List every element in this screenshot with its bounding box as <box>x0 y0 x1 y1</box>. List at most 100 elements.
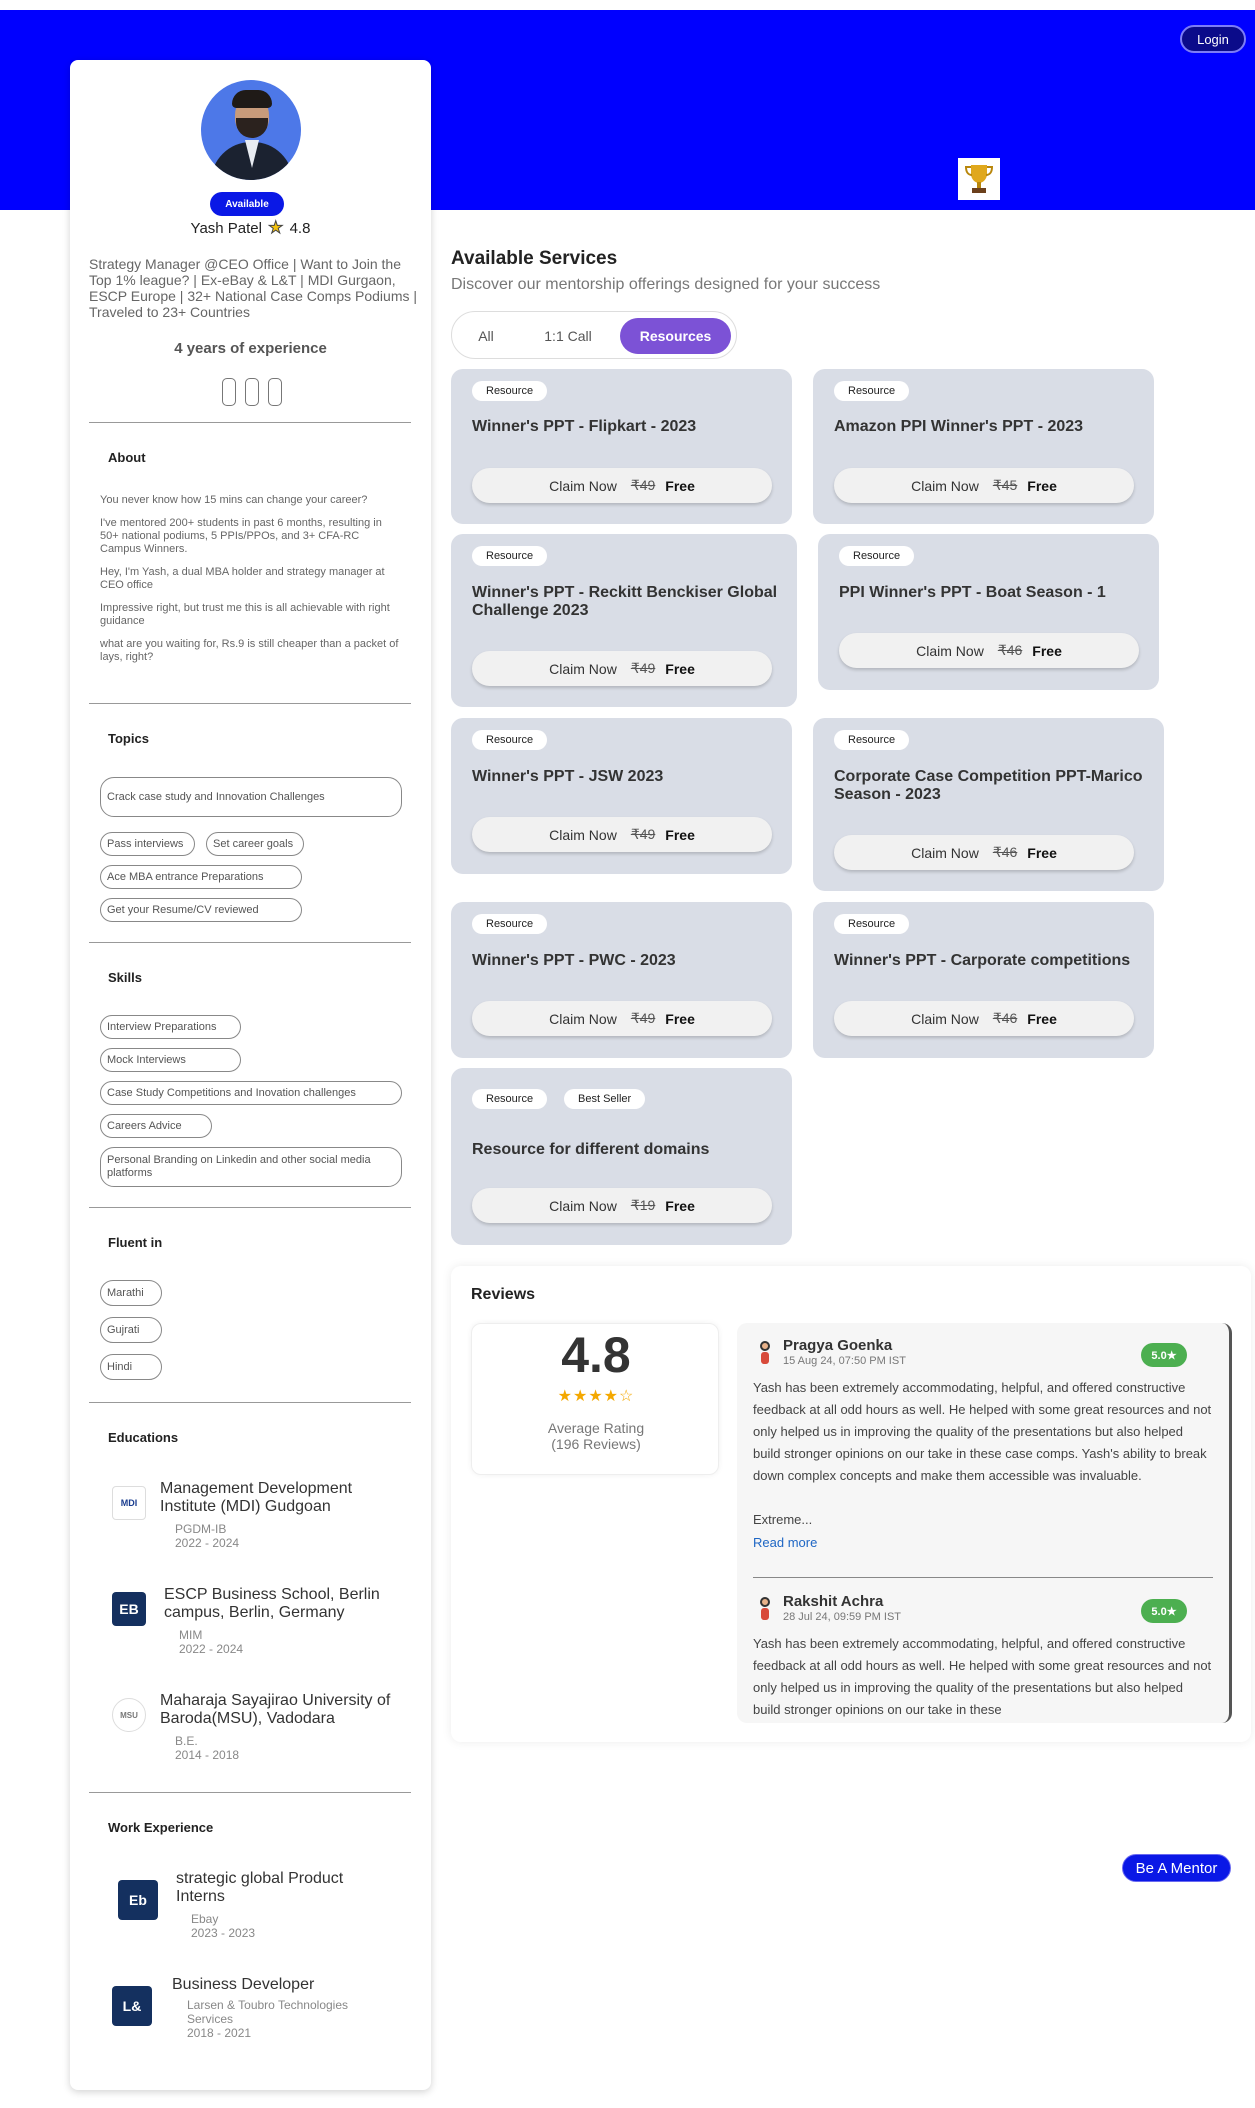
skill-pill[interactable]: Careers Advice <box>100 1114 212 1138</box>
resource-badge: Resource <box>839 546 915 566</box>
skill-pill[interactable]: Mock Interviews <box>100 1048 241 1072</box>
language-pill: Marathi <box>100 1280 162 1306</box>
topic-pill[interactable]: Crack case study and Innovation Challeng… <box>100 777 402 817</box>
claim-label: Claim Now <box>911 844 979 861</box>
read-more-link[interactable]: Read more <box>753 1535 817 1550</box>
about-paragraph: You never know how 15 mins can change yo… <box>100 494 368 506</box>
claim-button[interactable]: Claim Now ₹46 Free <box>834 1001 1134 1036</box>
claim-label: Claim Now <box>911 477 979 494</box>
claim-label: Claim Now <box>549 1197 617 1214</box>
resource-badge: Resource <box>834 730 910 750</box>
social-link-icon[interactable] <box>268 378 282 406</box>
claim-label: Claim Now <box>549 826 617 843</box>
topic-pill[interactable]: Pass interviews <box>100 832 195 856</box>
service-title: Winner's PPT - Reckitt Benckiser Global … <box>472 584 778 619</box>
resource-badge: Resource <box>472 914 548 934</box>
years: 2022 - 2024 <box>175 1536 240 1550</box>
services-tabs: All 1:1 Call Resources <box>451 311 737 359</box>
review-score-badge: 5.0★ <box>1141 1599 1187 1623</box>
resource-badge: Resource <box>834 914 910 934</box>
rating-stars-icon: ★★★★☆ <box>557 1388 635 1405</box>
service-title: Winner's PPT - JSW 2023 <box>472 768 664 785</box>
review-text-ellipsis: Extreme... <box>753 1512 813 1527</box>
topics-title: Topics <box>108 731 149 746</box>
review-count: (196 Reviews) <box>551 1436 641 1452</box>
claim-button[interactable]: Claim Now ₹19 Free <box>472 1188 772 1223</box>
institution-name: Maharaja Sayajirao University of Baroda(… <box>160 1692 391 1727</box>
free-label: Free <box>665 1197 695 1214</box>
topic-pill[interactable]: Ace MBA entrance Preparations <box>100 865 302 889</box>
skill-pill[interactable]: Personal Branding on Linkedin and other … <box>100 1147 402 1187</box>
claim-button[interactable]: Claim Now ₹46 Free <box>839 633 1139 668</box>
service-title: PPI Winner's PPT - Boat Season - 1 <box>839 584 1106 601</box>
reviewer-avatar-icon <box>758 1341 772 1365</box>
claim-button[interactable]: Claim Now ₹45 Free <box>834 468 1134 503</box>
social-link-icon[interactable] <box>245 378 259 406</box>
institution-name: Management Development Institute (MDI) G… <box>160 1480 353 1515</box>
claim-button[interactable]: Claim Now ₹49 Free <box>472 1001 772 1036</box>
claim-label: Claim Now <box>916 642 984 659</box>
tab-all[interactable]: All <box>460 318 512 354</box>
profile-rating: 4.8 <box>289 220 311 237</box>
education-item: MDI Management Development Institute (MD… <box>100 1480 410 1560</box>
average-rating-label: Average Rating <box>547 1420 645 1436</box>
service-title: Resource for different domains <box>472 1141 710 1158</box>
average-rating: 4.8 <box>561 1327 631 1383</box>
review-list[interactable]: Pragya Goenka 15 Aug 24, 07:50 PM IST 5.… <box>737 1323 1232 1723</box>
resource-badge: Resource <box>472 546 548 566</box>
service-card[interactable]: Resource Corporate Case Competition PPT-… <box>813 718 1164 891</box>
service-title: Amazon PPI Winner's PPT - 2023 <box>834 418 1084 435</box>
social-link-icon[interactable] <box>222 378 236 406</box>
divider <box>89 1402 411 1403</box>
claim-button[interactable]: Claim Now ₹49 Free <box>472 651 772 686</box>
claim-button[interactable]: Claim Now ₹46 Free <box>834 835 1134 870</box>
tab-1-1-call[interactable]: 1:1 Call <box>518 318 618 354</box>
review-score-badge: 5.0★ <box>1141 1343 1187 1367</box>
service-card[interactable]: Resource Winner's PPT - Carporate compet… <box>813 902 1154 1058</box>
claim-button[interactable]: Claim Now ₹49 Free <box>472 468 772 503</box>
years: 2018 - 2021 <box>187 2026 252 2040</box>
institution-logo: MDI <box>112 1486 146 1520</box>
skills-title: Skills <box>108 970 142 985</box>
best-seller-badge: Best Seller <box>564 1089 646 1109</box>
login-button[interactable]: Login <box>1180 25 1246 53</box>
claim-button[interactable]: Claim Now ₹49 Free <box>472 817 772 852</box>
topic-pill[interactable]: Get your Resume/CV reviewed <box>100 898 302 922</box>
claim-label: Claim Now <box>549 477 617 494</box>
service-card[interactable]: Resource Best Seller Resource for differ… <box>451 1068 792 1245</box>
profile-name: Yash Patel <box>190 220 262 237</box>
original-price: ₹49 <box>630 477 656 493</box>
original-price: ₹49 <box>630 826 656 842</box>
service-card[interactable]: Resource Winner's PPT - Reckitt Benckise… <box>451 534 797 707</box>
service-card[interactable]: Resource Winner's PPT - PWC - 2023 Claim… <box>451 902 792 1058</box>
tab-resources[interactable]: Resources <box>620 318 731 354</box>
education-item: MSU Maharaja Sayajirao University of Bar… <box>100 1692 410 1772</box>
degree: PGDM-IB <box>175 1522 227 1536</box>
languages-title: Fluent in <box>108 1235 163 1250</box>
company-name: Larsen & Toubro Technologies Services <box>187 1998 349 2026</box>
service-card[interactable]: Resource Winner's PPT - Flipkart - 2023 … <box>451 369 792 524</box>
institution-logo: EB <box>112 1592 146 1626</box>
reviews-title: Reviews <box>471 1286 536 1303</box>
skill-pill[interactable]: Interview Preparations <box>100 1015 241 1039</box>
degree: B.E. <box>175 1734 198 1748</box>
service-card[interactable]: Resource Amazon PPI Winner's PPT - 2023 … <box>813 369 1154 524</box>
service-card[interactable]: Resource Winner's PPT - JSW 2023 Claim N… <box>451 718 792 874</box>
topic-pill[interactable]: Set career goals <box>206 832 304 856</box>
service-card[interactable]: Resource PPI Winner's PPT - Boat Season … <box>818 534 1159 690</box>
job-role: Business Developer <box>172 1976 315 1993</box>
original-price: ₹49 <box>630 660 656 676</box>
about-text: You never know how 15 mins can change yo… <box>100 494 400 674</box>
resource-badge: Resource <box>472 381 548 401</box>
original-price: ₹49 <box>630 1010 656 1026</box>
language-pill: Hindi <box>100 1354 162 1380</box>
skill-pill[interactable]: Case Study Competitions and Inovation ch… <box>100 1081 402 1105</box>
review-text: Yash has been extremely accommodating, h… <box>753 1636 1212 1717</box>
original-price: ₹46 <box>997 642 1023 658</box>
institution-name: ESCP Business School, Berlin campus, Ber… <box>164 1586 380 1621</box>
free-label: Free <box>1027 844 1057 861</box>
social-links <box>222 378 282 406</box>
service-title: Winner's PPT - Flipkart - 2023 <box>472 418 697 435</box>
work-item: L& Business Developer Larsen & Toubro Te… <box>100 1976 410 2056</box>
be-a-mentor-button[interactable]: Be A Mentor <box>1122 1854 1231 1882</box>
